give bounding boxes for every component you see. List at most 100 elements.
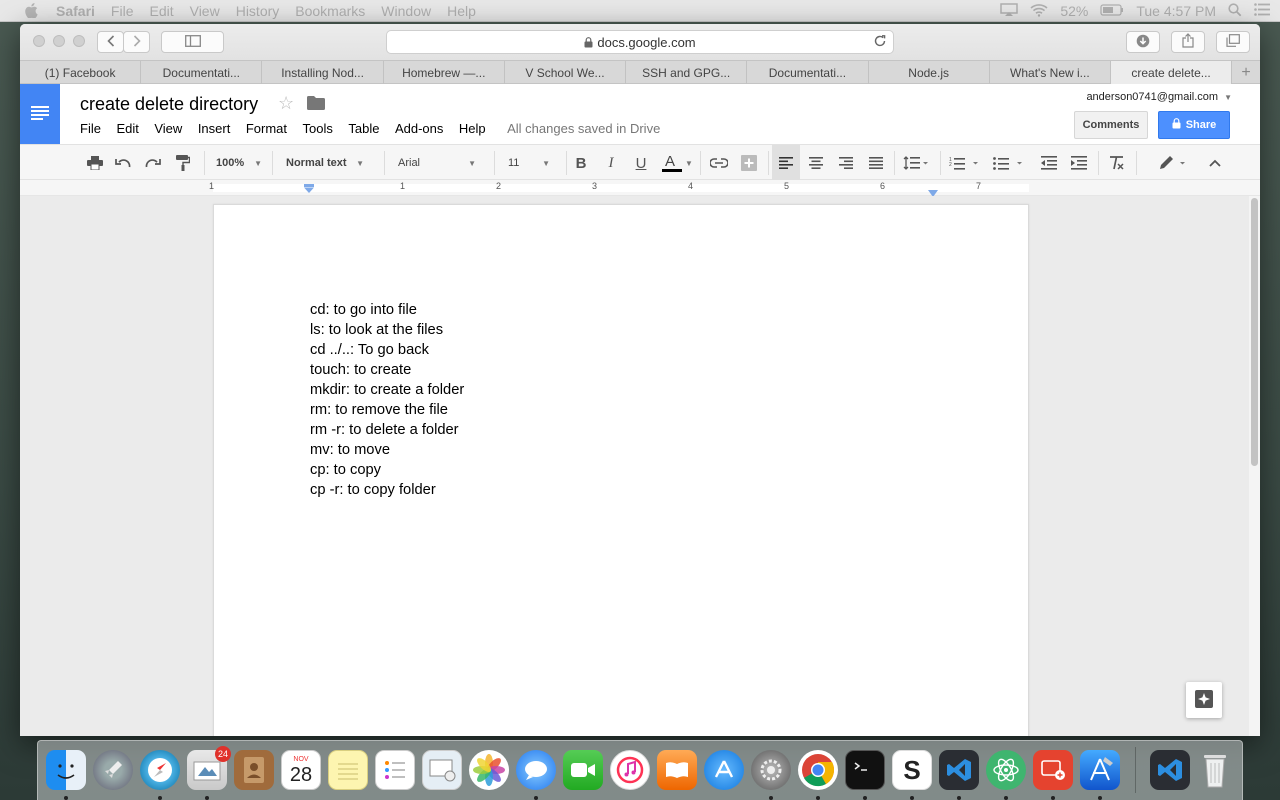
bold-icon[interactable]: B bbox=[568, 145, 594, 181]
text-line[interactable]: cp: to copy bbox=[310, 460, 464, 480]
mail-icon[interactable]: 24 bbox=[187, 746, 231, 790]
slack-icon[interactable]: S bbox=[892, 750, 932, 790]
font-select[interactable]: Arial ▼ bbox=[390, 145, 484, 181]
zoom-window-button[interactable] bbox=[73, 35, 85, 47]
tab-overview-button[interactable] bbox=[1216, 31, 1250, 53]
safari-icon[interactable] bbox=[140, 750, 180, 790]
git-client-icon[interactable] bbox=[1033, 750, 1073, 790]
text-line[interactable]: cd: to go into file bbox=[310, 300, 464, 320]
menu-view[interactable]: View bbox=[190, 3, 220, 19]
wifi-icon[interactable] bbox=[1030, 3, 1048, 20]
insert-comment-icon[interactable] bbox=[736, 145, 762, 181]
star-icon[interactable]: ☆ bbox=[278, 93, 294, 114]
app-store-icon[interactable] bbox=[704, 750, 744, 790]
menu-history[interactable]: History bbox=[236, 3, 280, 19]
system-monitor-icon[interactable] bbox=[422, 750, 462, 790]
clear-formatting-icon[interactable] bbox=[1104, 145, 1130, 181]
share-sheet-button[interactable] bbox=[1171, 31, 1205, 53]
increase-indent-icon[interactable] bbox=[1066, 145, 1092, 181]
minimize-window-button[interactable] bbox=[53, 35, 65, 47]
docs-menu-file[interactable]: File bbox=[80, 121, 101, 136]
docs-menu-table[interactable]: Table bbox=[348, 121, 379, 136]
folder-icon[interactable] bbox=[307, 96, 325, 113]
paint-format-icon[interactable] bbox=[170, 145, 196, 181]
browser-tab[interactable]: Homebrew —... bbox=[384, 61, 505, 84]
browser-tab[interactable]: Installing Nod... bbox=[262, 61, 384, 84]
system-preferences-icon[interactable] bbox=[751, 750, 791, 790]
italic-icon[interactable]: I bbox=[598, 145, 624, 181]
reminders-icon[interactable] bbox=[375, 750, 415, 790]
menu-help[interactable]: Help bbox=[447, 3, 476, 19]
text-line[interactable]: mv: to move bbox=[310, 440, 464, 460]
align-right-icon[interactable] bbox=[832, 145, 860, 181]
contacts-icon[interactable] bbox=[234, 750, 274, 790]
redo-icon[interactable] bbox=[140, 145, 166, 181]
back-button[interactable] bbox=[97, 31, 124, 53]
decrease-indent-icon[interactable] bbox=[1036, 145, 1062, 181]
numbered-list-icon[interactable]: 12 bbox=[944, 145, 984, 181]
align-center-icon[interactable] bbox=[802, 145, 830, 181]
docs-menu-edit[interactable]: Edit bbox=[116, 121, 138, 136]
docs-home-button[interactable] bbox=[20, 84, 60, 144]
itunes-icon[interactable] bbox=[610, 750, 650, 790]
align-left-icon[interactable] bbox=[772, 145, 800, 181]
text-line[interactable]: rm: to remove the file bbox=[310, 400, 464, 420]
downloads-button[interactable] bbox=[1126, 31, 1160, 53]
menu-app-name[interactable]: Safari bbox=[56, 3, 95, 19]
airplay-icon[interactable] bbox=[1000, 2, 1019, 20]
docs-menu-format[interactable]: Format bbox=[246, 121, 287, 136]
editing-mode-icon[interactable] bbox=[1154, 145, 1190, 181]
vscode-icon[interactable] bbox=[939, 750, 979, 790]
text-line[interactable]: rm -r: to delete a folder bbox=[310, 420, 464, 440]
reload-icon[interactable] bbox=[873, 34, 887, 51]
terminal-icon[interactable] bbox=[845, 750, 885, 790]
zoom-select[interactable]: 100% ▼ bbox=[208, 145, 270, 181]
browser-tab-active[interactable]: create delete... bbox=[1110, 61, 1233, 84]
document-title[interactable]: create delete directory bbox=[80, 94, 258, 115]
line-spacing-icon[interactable] bbox=[898, 145, 934, 181]
finder-icon[interactable] bbox=[46, 750, 86, 790]
text-line[interactable]: ls: to look at the files bbox=[310, 320, 464, 340]
browser-tab[interactable]: What's New i... bbox=[990, 61, 1111, 84]
address-bar[interactable]: docs.google.com bbox=[386, 30, 894, 54]
calendar-icon[interactable]: NOV 28 bbox=[281, 750, 321, 790]
apple-icon[interactable] bbox=[20, 3, 42, 18]
photos-icon[interactable] bbox=[469, 750, 509, 790]
ibooks-icon[interactable] bbox=[657, 750, 697, 790]
text-line[interactable]: touch: to create bbox=[310, 360, 464, 380]
messages-icon[interactable] bbox=[516, 750, 556, 790]
docs-menu-addons[interactable]: Add-ons bbox=[395, 121, 443, 136]
explore-button[interactable] bbox=[1186, 682, 1222, 718]
docs-menu-help[interactable]: Help bbox=[459, 121, 486, 136]
menu-edit[interactable]: Edit bbox=[149, 3, 173, 19]
justify-icon[interactable] bbox=[862, 145, 890, 181]
browser-tab[interactable]: Node.js bbox=[869, 61, 990, 84]
menu-window[interactable]: Window bbox=[381, 3, 431, 19]
browser-tab[interactable]: Documentati... bbox=[747, 61, 869, 84]
bulleted-list-icon[interactable] bbox=[988, 145, 1028, 181]
left-indent-marker-icon[interactable] bbox=[304, 181, 314, 196]
browser-tab[interactable]: V School We... bbox=[505, 61, 627, 84]
notes-icon[interactable] bbox=[328, 750, 368, 790]
undo-icon[interactable] bbox=[110, 145, 136, 181]
atom-icon[interactable] bbox=[986, 750, 1026, 790]
document-page[interactable]: cd: to go into file ls: to look at the f… bbox=[213, 204, 1029, 736]
vscode-minimized-icon[interactable] bbox=[1150, 750, 1190, 790]
menu-file[interactable]: File bbox=[111, 3, 134, 19]
launchpad-icon[interactable] bbox=[93, 750, 133, 790]
account-switcher[interactable]: anderson0741@gmail.com ▼ bbox=[1086, 91, 1232, 103]
caret-down-icon[interactable]: ▼ bbox=[684, 145, 694, 181]
menu-bookmarks[interactable]: Bookmarks bbox=[295, 3, 365, 19]
facetime-icon[interactable] bbox=[563, 750, 603, 790]
text-line[interactable]: mkdir: to create a folder bbox=[310, 380, 464, 400]
vertical-scrollbar[interactable] bbox=[1249, 196, 1260, 736]
close-window-button[interactable] bbox=[33, 35, 45, 47]
trash-icon[interactable] bbox=[1195, 750, 1235, 790]
docs-menu-insert[interactable]: Insert bbox=[198, 121, 231, 136]
collapse-header-icon[interactable] bbox=[1202, 145, 1228, 181]
share-button[interactable]: Share bbox=[1158, 111, 1230, 139]
chrome-icon[interactable] bbox=[798, 750, 838, 790]
browser-tab[interactable]: (1) Facebook bbox=[20, 61, 142, 84]
new-tab-button[interactable]: + bbox=[1232, 61, 1260, 84]
clock[interactable]: Tue 4:57 PM bbox=[1136, 3, 1216, 19]
